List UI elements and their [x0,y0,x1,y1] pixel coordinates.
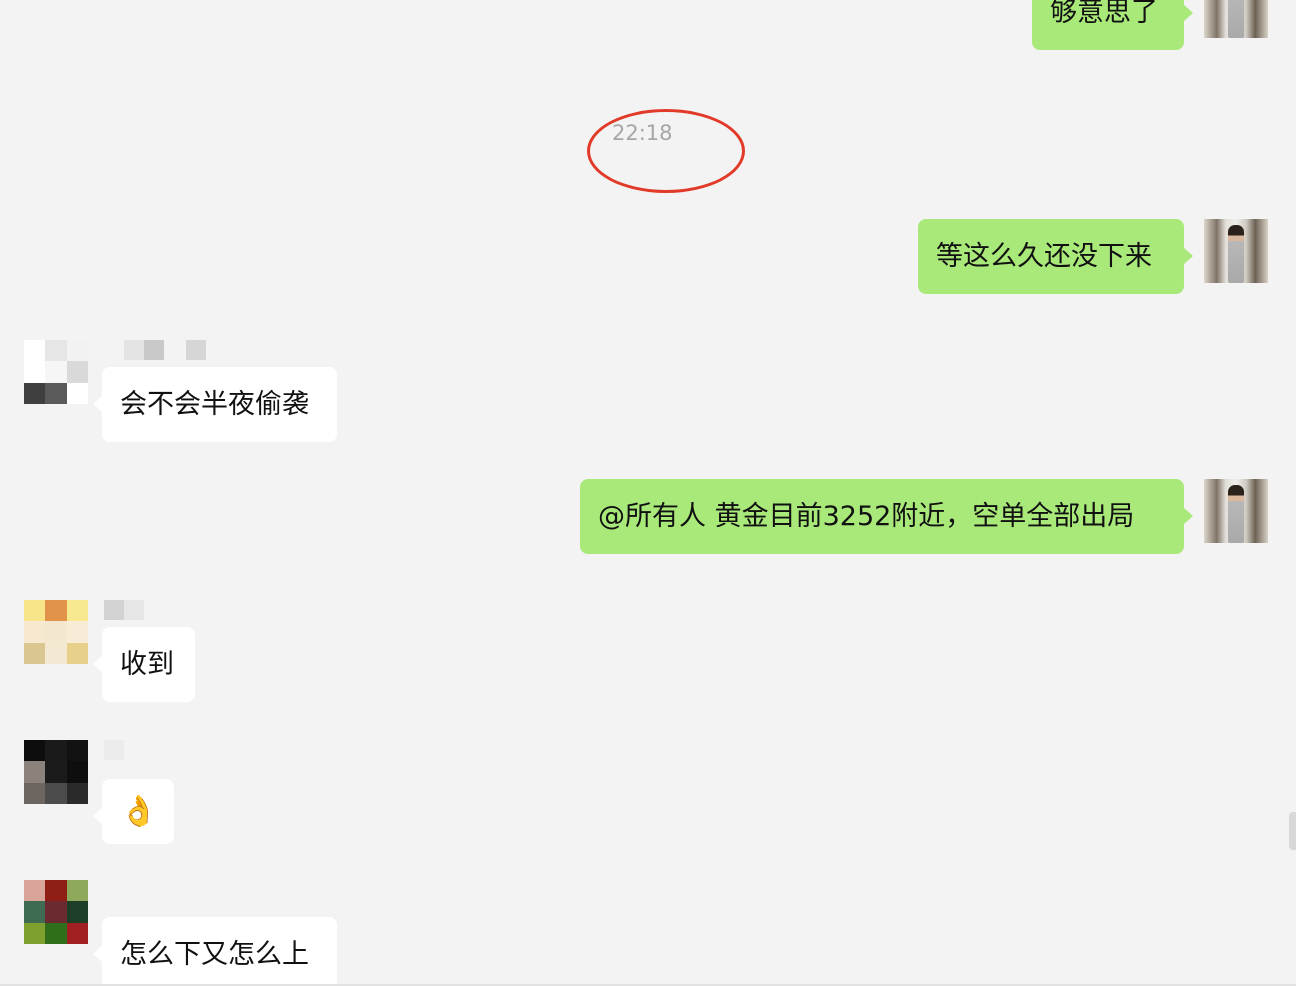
avatar-figure [1228,225,1244,283]
highlight-circle [587,109,745,193]
message-bubble-outgoing[interactable]: 等这么久还没下来 [918,219,1193,294]
self-avatar[interactable] [1204,219,1268,283]
ok-hand-emoji-icon: 👌 [120,794,158,829]
avatar-figure [1228,0,1244,38]
message-bubble-incoming[interactable]: 怎么下又怎么上 [93,917,337,986]
contact-avatar[interactable] [24,340,88,404]
scrollbar-handle[interactable] [1289,812,1296,850]
contact-avatar[interactable] [24,740,88,804]
sender-name-pixelated [104,740,124,760]
message-bubble-outgoing[interactable]: 够意思了 [1032,0,1193,50]
message-bubble-incoming[interactable]: 会不会半夜偷袭 [93,367,337,442]
chat-window: 够意思了 22:18 等这么久还没下来 会不会半夜偷袭 @所有人 黄金目前325… [0,0,1296,986]
sender-name-pixelated [104,600,144,620]
sender-name-pixelated [124,340,206,360]
contact-avatar[interactable] [24,600,88,664]
self-avatar[interactable] [1204,0,1268,38]
contact-avatar[interactable] [24,880,88,944]
message-bubble-incoming[interactable]: 收到 [93,627,195,702]
self-avatar[interactable] [1204,479,1268,543]
avatar-figure [1228,485,1244,543]
message-bubble-incoming[interactable]: 👌 [93,779,174,844]
message-bubble-outgoing[interactable]: @所有人 黄金目前3252附近，空单全部出局 [580,479,1193,554]
